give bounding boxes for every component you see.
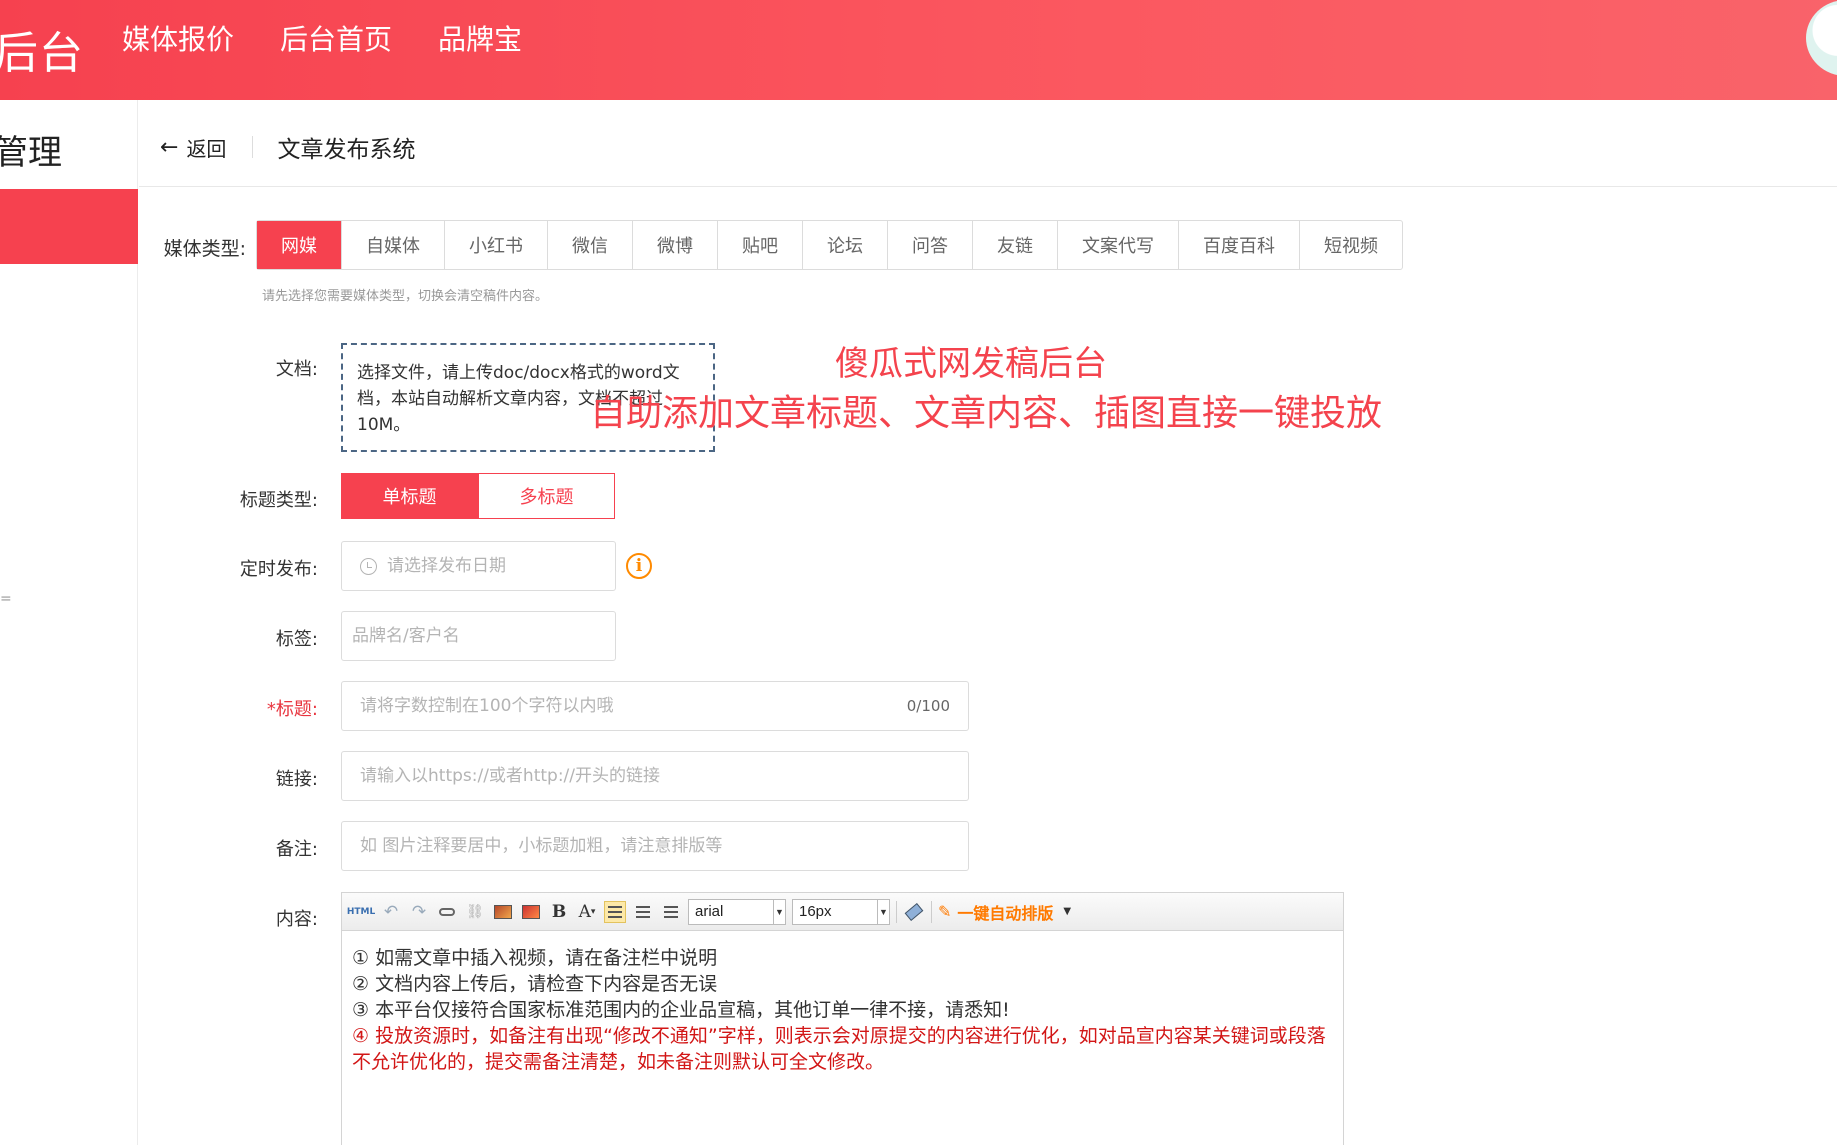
tab-tieba[interactable]: 贴吧 — [718, 221, 803, 269]
insert-image-icon[interactable] — [492, 901, 514, 923]
font-color-icon[interactable]: A ▾ — [576, 901, 598, 923]
insert-multi-image-icon[interactable] — [520, 901, 542, 923]
font-family-select[interactable]: arial ▼ — [688, 898, 786, 925]
top-navbar: 后台 媒体报价 后台首页 品牌宝 — [0, 0, 1837, 100]
promo-headline: 傻瓜式网发稿后台 — [835, 344, 1107, 384]
content-line: ① 如需文章中插入视频，请在备注栏中说明 — [352, 947, 718, 969]
nav-brand-treasure[interactable]: 品牌宝 — [438, 22, 522, 58]
remark-field[interactable] — [341, 821, 969, 871]
brand-title: 后台 — [0, 28, 84, 79]
align-right-icon[interactable] — [660, 901, 682, 923]
multi-title-option[interactable]: 多标题 — [478, 473, 615, 519]
required-mark: * — [266, 699, 276, 720]
title-label-text: 标题: — [275, 699, 318, 720]
promo-subline: 自助添加文章标题、文章内容、插图直接一键投放 — [590, 393, 1383, 434]
toolbar-divider — [931, 900, 932, 923]
editor-toolbar: HTML ↶ ↷ ⛓ B A ▾ arial ▼ 16px ▼ ✎ 一键自动排版 … — [342, 893, 1343, 931]
media-type-tabs: 网媒 自媒体 小红书 微信 微博 贴吧 论坛 问答 友链 文案代写 百度百科 短… — [256, 220, 1403, 270]
sidebar-item-marker: = — [0, 591, 12, 607]
nav-media-quote[interactable]: 媒体报价 — [122, 22, 234, 58]
bold-icon[interactable]: B — [548, 901, 570, 923]
content-warning: ④ 投放资源时，如备注有出现“修改不通知”字样，则表示会对原提交的内容进行优化，… — [352, 1025, 1326, 1073]
font-size-select[interactable]: 16px ▼ — [792, 898, 890, 925]
chevron-down-icon: ▼ — [1063, 906, 1072, 917]
sidebar-title: 管理 — [0, 133, 62, 173]
tags-field[interactable] — [341, 611, 616, 661]
unlink-icon[interactable]: ⛓ — [464, 901, 486, 923]
toolbar-divider — [896, 900, 897, 923]
breadcrumb: ← 返回 文章发布系统 — [160, 130, 415, 164]
link-field[interactable] — [341, 751, 969, 801]
align-left-icon[interactable] — [604, 900, 626, 923]
header-divider — [139, 186, 1837, 187]
title-label: *标题: — [168, 695, 318, 721]
auto-format-label: 一键自动排版 — [957, 903, 1054, 923]
chevron-down-icon: ▼ — [773, 899, 785, 924]
page-title: 文章发布系统 — [277, 137, 416, 163]
link-input[interactable] — [360, 766, 950, 786]
tab-forum[interactable]: 论坛 — [803, 221, 888, 269]
chevron-down-icon: ▼ — [877, 899, 889, 924]
undo-icon[interactable]: ↶ — [380, 901, 402, 923]
link-label: 链接: — [275, 769, 318, 790]
redo-icon[interactable]: ↷ — [408, 901, 430, 923]
tab-short-video[interactable]: 短视频 — [1300, 221, 1402, 269]
link-icon[interactable] — [436, 901, 458, 923]
tab-weibo[interactable]: 微博 — [633, 221, 718, 269]
rich-text-editor: HTML ↶ ↷ ⛓ B A ▾ arial ▼ 16px ▼ ✎ 一键自动排版 … — [341, 892, 1344, 1145]
font-family-value: arial — [695, 903, 724, 920]
info-icon[interactable]: i — [626, 553, 652, 579]
content-label: 内容: — [275, 909, 318, 930]
schedule-date-field[interactable] — [341, 541, 616, 591]
tab-friend-links[interactable]: 友链 — [973, 221, 1058, 269]
tags-input[interactable] — [352, 626, 605, 646]
media-type-label: 媒体类型: — [163, 238, 246, 260]
remark-label: 备注: — [275, 839, 318, 860]
eraser-icon[interactable] — [903, 901, 925, 923]
tab-wechat[interactable]: 微信 — [548, 221, 633, 269]
tab-web-media[interactable]: 网媒 — [257, 221, 342, 269]
content-line: ② 文档内容上传后，请检查下内容是否无误 — [352, 973, 718, 995]
arrow-left-icon: ← — [160, 134, 179, 160]
title-field[interactable]: 0/100 — [341, 681, 969, 731]
tab-copywriting[interactable]: 文案代写 — [1058, 221, 1179, 269]
content-line: ③ 本平台仅接符合国家标准范围内的企业品宣稿，其他订单一律不接，请悉知! — [352, 999, 1010, 1021]
html-source-button[interactable]: HTML — [347, 901, 375, 923]
editor-content[interactable]: ① 如需文章中插入视频，请在备注栏中说明 ② 文档内容上传后，请检查下内容是否无… — [342, 931, 1343, 1089]
remark-input[interactable] — [360, 836, 950, 856]
back-button[interactable]: ← 返回 — [160, 133, 226, 162]
avatar[interactable] — [1806, 0, 1837, 76]
media-type-hint: 请先选择您需要媒体类型，切换会清空稿件内容。 — [262, 289, 549, 304]
clock-icon — [360, 557, 377, 575]
schedule-label: 定时发布: — [239, 559, 318, 580]
tab-qa[interactable]: 问答 — [888, 221, 973, 269]
font-size-value: 16px — [799, 903, 832, 920]
tags-label: 标签: — [275, 629, 318, 650]
title-type-label: 标题类型: — [239, 490, 318, 511]
magic-wand-icon: ✎ — [938, 902, 952, 921]
title-type-toggle: 单标题 多标题 — [341, 473, 615, 519]
single-title-option[interactable]: 单标题 — [341, 473, 478, 519]
document-label: 文档: — [275, 359, 318, 380]
top-nav: 媒体报价 后台首页 品牌宝 — [122, 22, 522, 58]
tab-baidu-baike[interactable]: 百度百科 — [1179, 221, 1300, 269]
title-input[interactable] — [360, 696, 899, 716]
tab-self-media[interactable]: 自媒体 — [342, 221, 445, 269]
nav-admin-home[interactable]: 后台首页 — [280, 22, 392, 58]
schedule-date-input[interactable] — [387, 556, 597, 576]
title-char-counter: 0/100 — [906, 697, 950, 715]
breadcrumb-divider — [252, 136, 254, 158]
align-center-icon[interactable] — [632, 901, 654, 923]
tab-xiaohongshu[interactable]: 小红书 — [445, 221, 548, 269]
back-label: 返回 — [186, 136, 227, 161]
auto-format-button[interactable]: ✎ 一键自动排版 ▼ — [938, 900, 1071, 924]
